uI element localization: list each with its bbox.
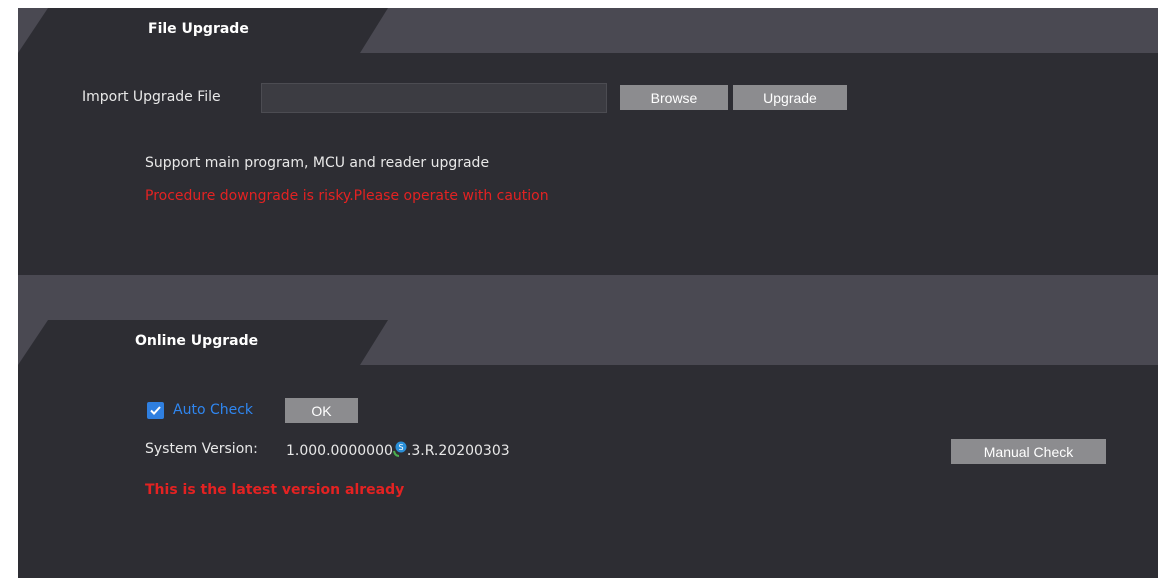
upgrade-button[interactable]: Upgrade (733, 85, 847, 110)
auto-check-checkbox[interactable] (147, 402, 164, 419)
browse-button[interactable]: Browse (620, 85, 728, 110)
phone-link-icon: S (392, 441, 407, 457)
online-upgrade-panel: Online Upgrade Auto Check OK System Vers… (18, 320, 1158, 578)
file-upgrade-panel: File Upgrade Import Upgrade File Browse … (18, 8, 1158, 275)
upgrade-file-input[interactable] (261, 83, 607, 113)
system-version-value: 1.000.0000000 S .3.R.20200303 (286, 441, 510, 459)
import-upgrade-file-label: Import Upgrade File (82, 89, 221, 105)
file-upgrade-title: File Upgrade (148, 21, 249, 37)
ok-button[interactable]: OK (285, 398, 358, 423)
support-description: Support main program, MCU and reader upg… (145, 155, 490, 171)
svg-text:S: S (398, 443, 403, 452)
system-version-label: System Version: (145, 441, 258, 457)
version-prefix: 1.000.0000000 (286, 443, 393, 459)
section-divider (18, 275, 1158, 320)
latest-version-status: This is the latest version already (145, 482, 405, 498)
version-suffix: .3.R.20200303 (406, 443, 510, 459)
online-upgrade-title: Online Upgrade (135, 333, 259, 349)
online-upgrade-body (18, 365, 1158, 578)
auto-check-label[interactable]: Auto Check (173, 402, 253, 418)
manual-check-button[interactable]: Manual Check (951, 439, 1106, 464)
downgrade-warning: Procedure downgrade is risky.Please oper… (145, 188, 549, 204)
checkmark-icon (150, 406, 161, 415)
